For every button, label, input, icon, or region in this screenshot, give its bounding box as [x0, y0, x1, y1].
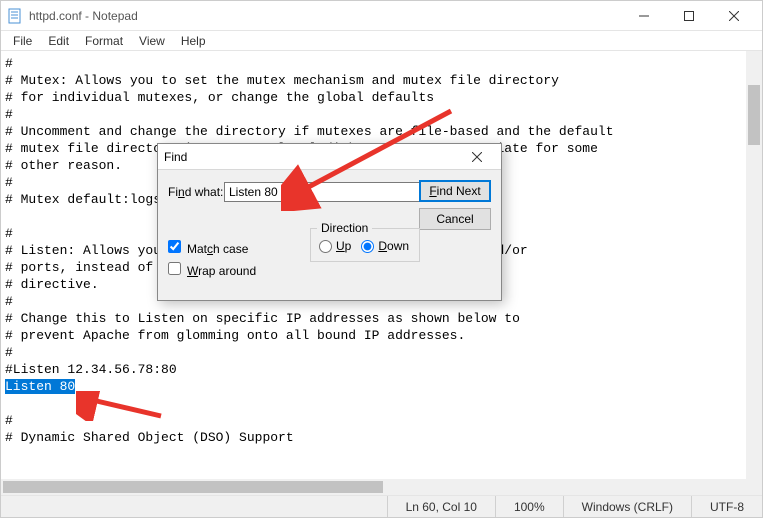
selected-text: Listen 80 — [5, 379, 75, 394]
direction-group: Direction Up Down — [310, 228, 420, 262]
menu-bar: File Edit Format View Help — [1, 31, 762, 51]
status-encoding: UTF-8 — [691, 496, 762, 517]
status-zoom: 100% — [495, 496, 563, 517]
find-next-button[interactable]: Find Next — [419, 180, 491, 202]
find-what-label: Find what: — [168, 185, 224, 199]
horizontal-scrollbar[interactable] — [1, 479, 746, 495]
menu-view[interactable]: View — [131, 32, 173, 50]
find-close-button[interactable] — [459, 146, 495, 168]
editor-line: # — [5, 412, 742, 429]
window-title: httpd.conf - Notepad — [29, 9, 621, 23]
editor-line: # prevent Apache from glomming onto all … — [5, 327, 742, 344]
direction-legend: Direction — [317, 221, 372, 235]
editor-line: # Change this to Listen on specific IP a… — [5, 310, 742, 327]
direction-down-radio[interactable]: Down — [361, 239, 409, 253]
editor-line: # Dynamic Shared Object (DSO) Support — [5, 429, 742, 446]
editor-line: # for individual mutexes, or change the … — [5, 89, 742, 106]
menu-help[interactable]: Help — [173, 32, 214, 50]
maximize-button[interactable] — [666, 2, 711, 30]
editor-line: Listen 80 — [5, 378, 742, 395]
vertical-scroll-thumb[interactable] — [748, 85, 760, 145]
wrap-around-checkbox[interactable]: Wrap around — [168, 262, 256, 278]
find-dialog-titlebar[interactable]: Find — [158, 144, 501, 170]
window-buttons — [621, 2, 756, 30]
status-bar: Ln 60, Col 10 100% Windows (CRLF) UTF-8 — [1, 495, 762, 517]
window-titlebar: httpd.conf - Notepad — [1, 1, 762, 31]
menu-format[interactable]: Format — [77, 32, 131, 50]
minimize-button[interactable] — [621, 2, 666, 30]
editor-line: # — [5, 106, 742, 123]
editor-line: # — [5, 55, 742, 72]
editor-line: # — [5, 344, 742, 361]
find-dialog: Find Find what: Find Next Cancel Directi… — [157, 143, 502, 301]
find-dialog-title: Find — [164, 150, 459, 164]
editor-line — [5, 395, 742, 412]
menu-file[interactable]: File — [5, 32, 40, 50]
cancel-button[interactable]: Cancel — [419, 208, 491, 230]
vertical-scrollbar[interactable] — [746, 51, 762, 479]
editor-line: # Mutex: Allows you to set the mutex mec… — [5, 72, 742, 89]
direction-up-radio[interactable]: Up — [319, 239, 351, 253]
menu-edit[interactable]: Edit — [40, 32, 77, 50]
status-line-ending: Windows (CRLF) — [563, 496, 691, 517]
status-position: Ln 60, Col 10 — [387, 496, 495, 517]
editor-line: #Listen 12.34.56.78:80 — [5, 361, 742, 378]
notepad-icon — [7, 8, 23, 24]
horizontal-scroll-thumb[interactable] — [3, 481, 383, 493]
editor-line: # Uncomment and change the directory if … — [5, 123, 742, 140]
close-button[interactable] — [711, 2, 756, 30]
scrollbar-corner — [746, 479, 762, 495]
match-case-checkbox[interactable]: Match case — [168, 240, 248, 256]
